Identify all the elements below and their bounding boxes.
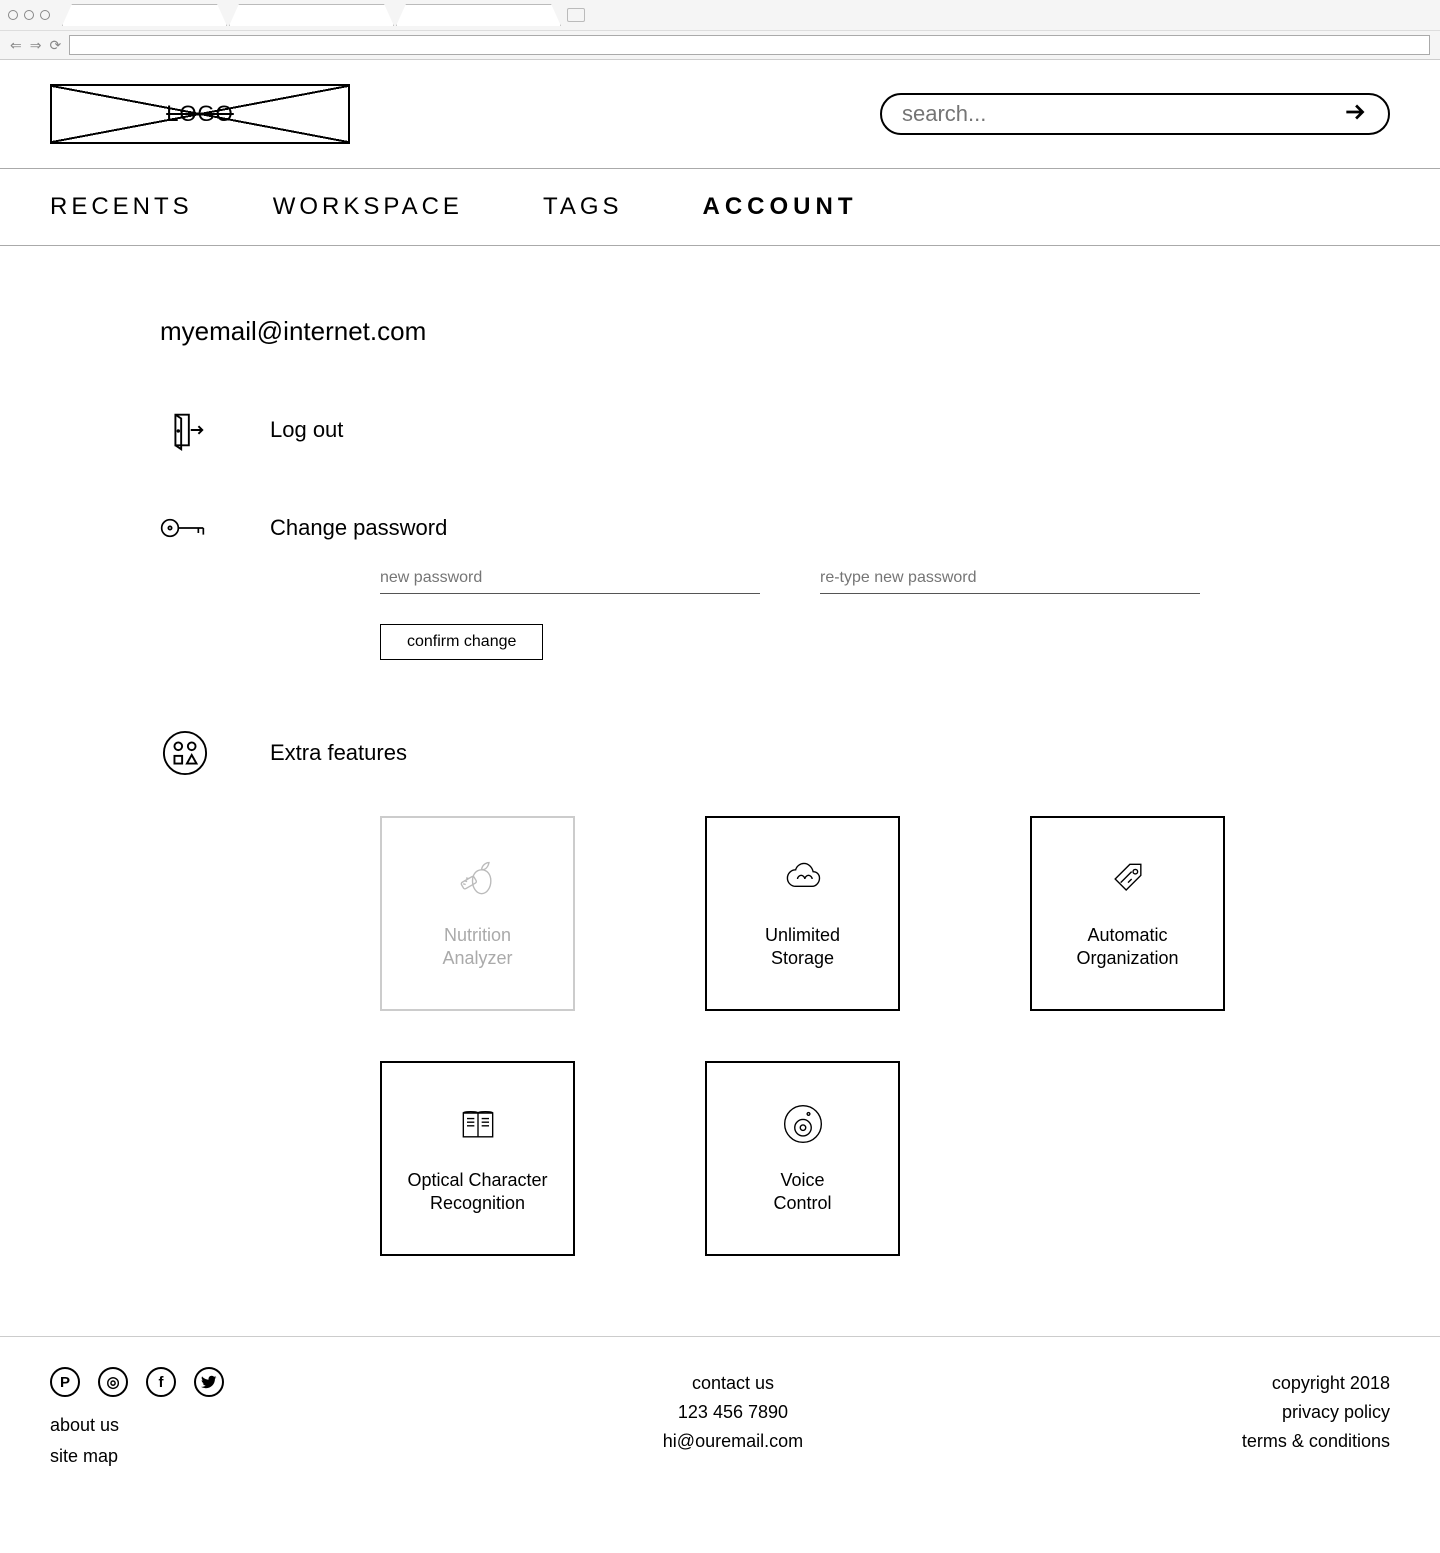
feature-voice[interactable]: VoiceControl xyxy=(705,1061,900,1256)
logo-text: LOGO xyxy=(166,101,234,127)
nav-workspace[interactable]: WORKSPACE xyxy=(273,193,463,221)
account-panel: myemail@internet.com Log out Change pass… xyxy=(0,246,1440,1336)
back-icon[interactable]: ⇐ xyxy=(10,37,22,54)
password-form: confirm change xyxy=(380,563,1280,660)
privacy-link[interactable]: privacy policy xyxy=(1242,1402,1390,1423)
window-maximize-icon[interactable] xyxy=(40,10,50,20)
features-icon xyxy=(160,730,210,776)
browser-tab[interactable] xyxy=(229,4,394,26)
search-input[interactable] xyxy=(902,101,1342,127)
retype-password-input[interactable] xyxy=(820,563,1200,594)
change-password-label: Change password xyxy=(270,515,447,541)
features-grid: NutritionAnalyzer UnlimitedStorage Autom… xyxy=(380,816,1280,1256)
terms-link[interactable]: terms & conditions xyxy=(1242,1431,1390,1452)
search-box[interactable] xyxy=(880,93,1390,135)
account-email: myemail@internet.com xyxy=(160,316,1280,347)
about-link[interactable]: about us xyxy=(50,1415,224,1436)
extra-features-row: Extra features xyxy=(160,730,1280,776)
logout-icon xyxy=(160,407,210,453)
nav-tags[interactable]: TAGS xyxy=(543,193,623,221)
url-bar[interactable] xyxy=(69,35,1430,55)
reload-icon[interactable]: ⟳ xyxy=(49,37,61,54)
contact-phone: 123 456 7890 xyxy=(663,1402,803,1423)
feature-organization[interactable]: AutomaticOrganization xyxy=(1030,816,1225,1011)
logout-label: Log out xyxy=(270,417,343,443)
logout-row[interactable]: Log out xyxy=(160,407,1280,453)
contact-heading: contact us xyxy=(663,1373,803,1394)
window-controls[interactable] xyxy=(8,10,50,20)
forward-icon[interactable]: ⇒ xyxy=(30,37,42,54)
extra-features-label: Extra features xyxy=(270,740,407,766)
copyright: copyright 2018 xyxy=(1242,1373,1390,1394)
facebook-icon[interactable]: f xyxy=(146,1367,176,1397)
social-links: P ◎ f xyxy=(50,1367,224,1397)
change-password-row: Change password xyxy=(160,513,1280,543)
book-icon xyxy=(456,1102,500,1151)
feature-title: NutritionAnalyzer xyxy=(442,924,512,971)
new-password-input[interactable] xyxy=(380,563,760,594)
nav-recents[interactable]: RECENTS xyxy=(50,193,193,221)
sitemap-link[interactable]: site map xyxy=(50,1446,224,1467)
footer: P ◎ f about us site map contact us 123 4… xyxy=(0,1336,1440,1507)
search-submit-icon[interactable] xyxy=(1342,99,1368,130)
pinterest-icon[interactable]: P xyxy=(50,1367,80,1397)
window-minimize-icon[interactable] xyxy=(24,10,34,20)
cloud-icon xyxy=(781,857,825,906)
main-nav: RECENTS WORKSPACE TAGS ACCOUNT xyxy=(0,168,1440,246)
browser-tab[interactable] xyxy=(396,4,561,26)
feature-storage[interactable]: UnlimitedStorage xyxy=(705,816,900,1011)
feature-title: AutomaticOrganization xyxy=(1076,924,1178,971)
browser-chrome: ⇐ ⇒ ⟳ xyxy=(0,0,1440,60)
feature-title: Optical CharacterRecognition xyxy=(407,1169,547,1216)
feature-title: VoiceControl xyxy=(773,1169,831,1216)
speaker-icon xyxy=(781,1102,825,1151)
feature-ocr[interactable]: Optical CharacterRecognition xyxy=(380,1061,575,1256)
instagram-icon[interactable]: ◎ xyxy=(98,1367,128,1397)
confirm-change-button[interactable]: confirm change xyxy=(380,624,543,660)
contact-email[interactable]: hi@ouremail.com xyxy=(663,1431,803,1452)
feature-nutrition[interactable]: NutritionAnalyzer xyxy=(380,816,575,1011)
window-close-icon[interactable] xyxy=(8,10,18,20)
browser-tab[interactable] xyxy=(62,4,227,26)
feature-title: UnlimitedStorage xyxy=(765,924,840,971)
new-tab-button[interactable] xyxy=(567,8,585,22)
tag-icon xyxy=(1106,857,1150,906)
nav-account[interactable]: ACCOUNT xyxy=(703,193,858,221)
key-icon xyxy=(160,513,210,543)
header: LOGO xyxy=(0,60,1440,168)
nutrition-icon xyxy=(456,857,500,906)
logo[interactable]: LOGO xyxy=(50,84,350,144)
twitter-icon[interactable] xyxy=(194,1367,224,1397)
